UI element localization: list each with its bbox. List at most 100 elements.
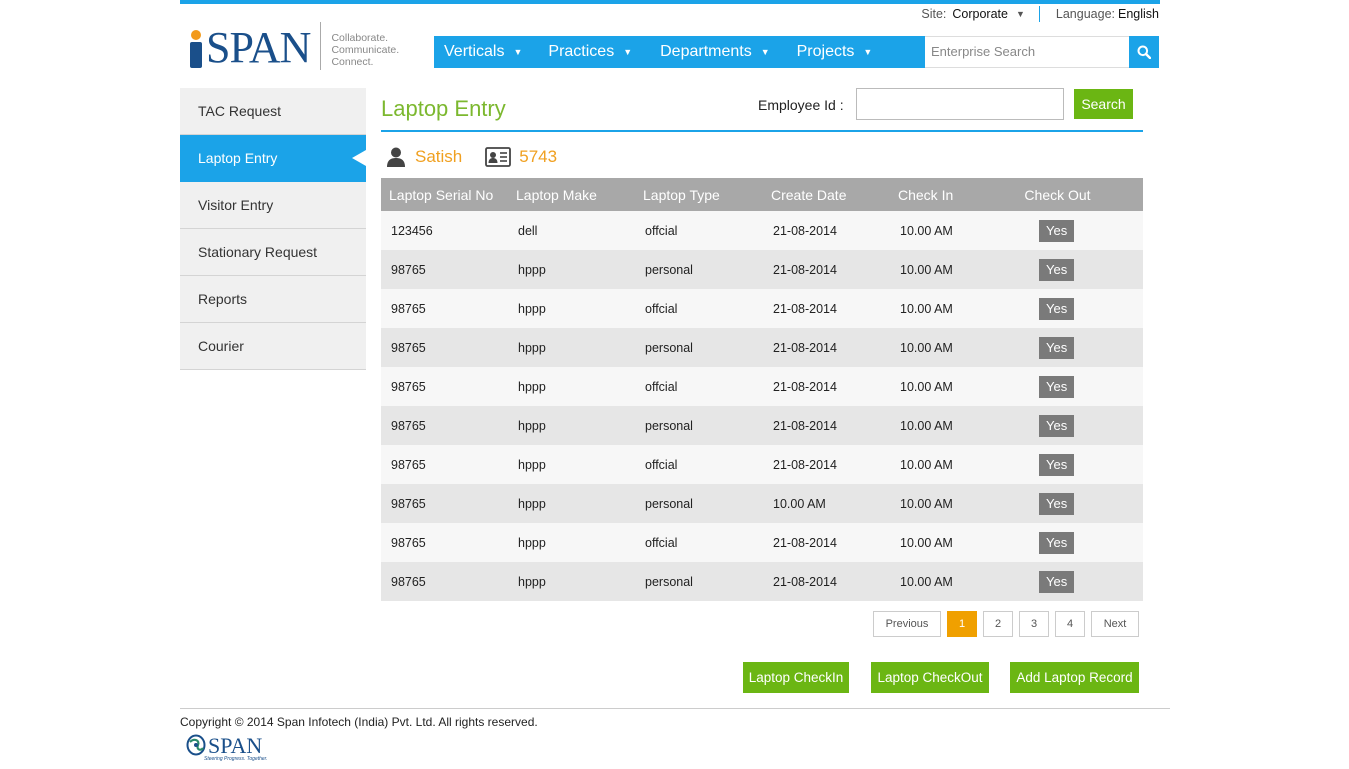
ispan-logo[interactable]: SPAN Collaborate. Communicate. Connect. <box>188 22 399 72</box>
checkout-yes-button[interactable]: Yes <box>1039 414 1075 437</box>
chevron-down-icon: ▼ <box>513 47 523 57</box>
table-row: 98765 hppp personal 10.00 AM 10.00 AM Yes <box>381 484 1143 523</box>
previous-page-button[interactable]: Previous <box>873 611 941 637</box>
title-divider <box>381 130 1143 132</box>
table-cell: 10.00 AM <box>890 289 1017 328</box>
nav-projects[interactable]: Projects ▼ <box>781 43 884 61</box>
sidebar-item-courier[interactable]: Courier <box>180 323 366 370</box>
sidebar-item-tac-request[interactable]: TAC Request <box>180 88 366 135</box>
nav-departments[interactable]: Departments ▼ <box>643 43 781 61</box>
language-selector[interactable]: English <box>1118 7 1159 21</box>
table-cell: 123456 <box>381 211 508 250</box>
laptop-checkout-button[interactable]: Laptop CheckOut <box>871 662 989 693</box>
table-cell: 10.00 AM <box>890 211 1017 250</box>
employee-id-label: Employee Id : <box>758 97 844 113</box>
add-laptop-record-button[interactable]: Add Laptop Record <box>1010 662 1139 693</box>
chevron-down-icon: ▼ <box>760 47 770 57</box>
table-cell: 98765 <box>381 484 508 523</box>
table-cell: Yes <box>1017 289 1143 328</box>
table-cell: hppp <box>508 250 635 289</box>
logo-i-icon <box>188 30 204 70</box>
laptop-checkin-button[interactable]: Laptop CheckIn <box>743 662 849 693</box>
table-cell: 98765 <box>381 250 508 289</box>
table-cell: 10.00 AM <box>890 484 1017 523</box>
table-cell: offcial <box>635 367 763 406</box>
logo-divider <box>320 22 322 70</box>
page-button-4[interactable]: 4 <box>1055 611 1085 637</box>
sidebar-item-reports[interactable]: Reports <box>180 276 366 323</box>
employee-id-input[interactable] <box>856 88 1064 120</box>
table-row: 98765 hppp offcial 21-08-2014 10.00 AM Yes <box>381 289 1143 328</box>
table-cell: 98765 <box>381 523 508 562</box>
table-row: 98765 hppp personal 21-08-2014 10.00 AM Yes <box>381 328 1143 367</box>
enterprise-search-input[interactable] <box>925 37 1127 65</box>
table-cell: hppp <box>508 406 635 445</box>
checkout-yes-button[interactable]: Yes <box>1039 336 1075 359</box>
page-button-2[interactable]: 2 <box>983 611 1013 637</box>
table-cell: personal <box>635 406 763 445</box>
logo-wordmark: SPAN <box>206 23 311 72</box>
checkout-yes-button[interactable]: Yes <box>1039 297 1075 320</box>
table-cell: 10.00 AM <box>890 445 1017 484</box>
table-cell: hppp <box>508 562 635 601</box>
table-cell: Yes <box>1017 523 1143 562</box>
chevron-down-icon: ▼ <box>623 47 633 57</box>
table-cell: 21-08-2014 <box>763 562 890 601</box>
table-header: Laptop Serial No Laptop Make Laptop Type… <box>381 178 1143 211</box>
table-cell: 98765 <box>381 289 508 328</box>
employee-search-button[interactable]: Search <box>1074 89 1133 119</box>
site-language-bar: Site: Corporate ▼ Language: English <box>921 6 1159 22</box>
table-cell: 21-08-2014 <box>763 406 890 445</box>
main-nav: Verticals ▼ Practices ▼ Departments ▼ Proje… <box>434 36 925 68</box>
sidebar-item-stationary-request[interactable]: Stationary Request <box>180 229 366 276</box>
copyright: Copyright © 2014 Span Infotech (India) P… <box>180 715 538 729</box>
checkout-yes-button[interactable]: Yes <box>1039 375 1075 398</box>
table-cell: hppp <box>508 445 635 484</box>
footer-logo-wordmark: SPAN <box>208 733 263 758</box>
table-row: 98765 hppp personal 21-08-2014 10.00 AM Yes <box>381 250 1143 289</box>
footer-span-logo: SPAN Steering Progress. Together. <box>186 733 268 762</box>
table-cell: 10.00 AM <box>890 523 1017 562</box>
table-cell: offcial <box>635 445 763 484</box>
table-cell: 21-08-2014 <box>763 328 890 367</box>
table-cell: personal <box>635 328 763 367</box>
user-icon <box>387 147 405 167</box>
page-button-1[interactable]: 1 <box>947 611 977 637</box>
page-button-3[interactable]: 3 <box>1019 611 1049 637</box>
checkout-yes-button[interactable]: Yes <box>1039 453 1075 476</box>
table-cell: 21-08-2014 <box>763 445 890 484</box>
sidebar-item-visitor-entry[interactable]: Visitor Entry <box>180 182 366 229</box>
column-header: Laptop Type <box>635 178 763 211</box>
search-button[interactable] <box>1129 36 1159 68</box>
table-row: 98765 hppp offcial 21-08-2014 10.00 AM Yes <box>381 367 1143 406</box>
checkout-yes-button[interactable]: Yes <box>1039 531 1075 554</box>
user-name: Satish <box>415 147 463 166</box>
table-cell: 98765 <box>381 445 508 484</box>
table-cell: hppp <box>508 484 635 523</box>
table-cell: 21-08-2014 <box>763 367 890 406</box>
laptop-table: Laptop Serial No Laptop Make Laptop Type… <box>381 178 1143 601</box>
site-label: Site: <box>921 7 947 21</box>
table-cell: 21-08-2014 <box>763 289 890 328</box>
checkout-yes-button[interactable]: Yes <box>1039 570 1075 593</box>
checkout-yes-button[interactable]: Yes <box>1039 258 1075 281</box>
footer-logo-tagline: Steering Progress. Together. <box>204 756 268 762</box>
nav-verticals[interactable]: Verticals ▼ <box>434 43 533 61</box>
nav-practices[interactable]: Practices ▼ <box>533 43 643 61</box>
table-cell: Yes <box>1017 328 1143 367</box>
table-cell: hppp <box>508 523 635 562</box>
column-header: Check Out <box>1017 178 1143 211</box>
top-accent-bar <box>180 0 1160 4</box>
checkout-yes-button[interactable]: Yes <box>1039 219 1075 242</box>
checkout-yes-button[interactable]: Yes <box>1039 492 1075 515</box>
sidebar-item-laptop-entry[interactable]: Laptop Entry <box>180 135 366 182</box>
logo-tagline: Collaborate. Communicate. Connect. <box>331 32 400 68</box>
next-page-button[interactable]: Next <box>1091 611 1139 637</box>
chevron-down-icon[interactable]: ▼ <box>1016 9 1025 19</box>
site-selector[interactable]: Corporate <box>952 7 1008 21</box>
table-cell: 21-08-2014 <box>763 211 890 250</box>
table-row: 98765 hppp personal 21-08-2014 10.00 AM Yes <box>381 406 1143 445</box>
user-id: 5743 <box>519 147 558 166</box>
table-cell: 10.00 AM <box>890 367 1017 406</box>
column-header: Create Date <box>763 178 890 211</box>
